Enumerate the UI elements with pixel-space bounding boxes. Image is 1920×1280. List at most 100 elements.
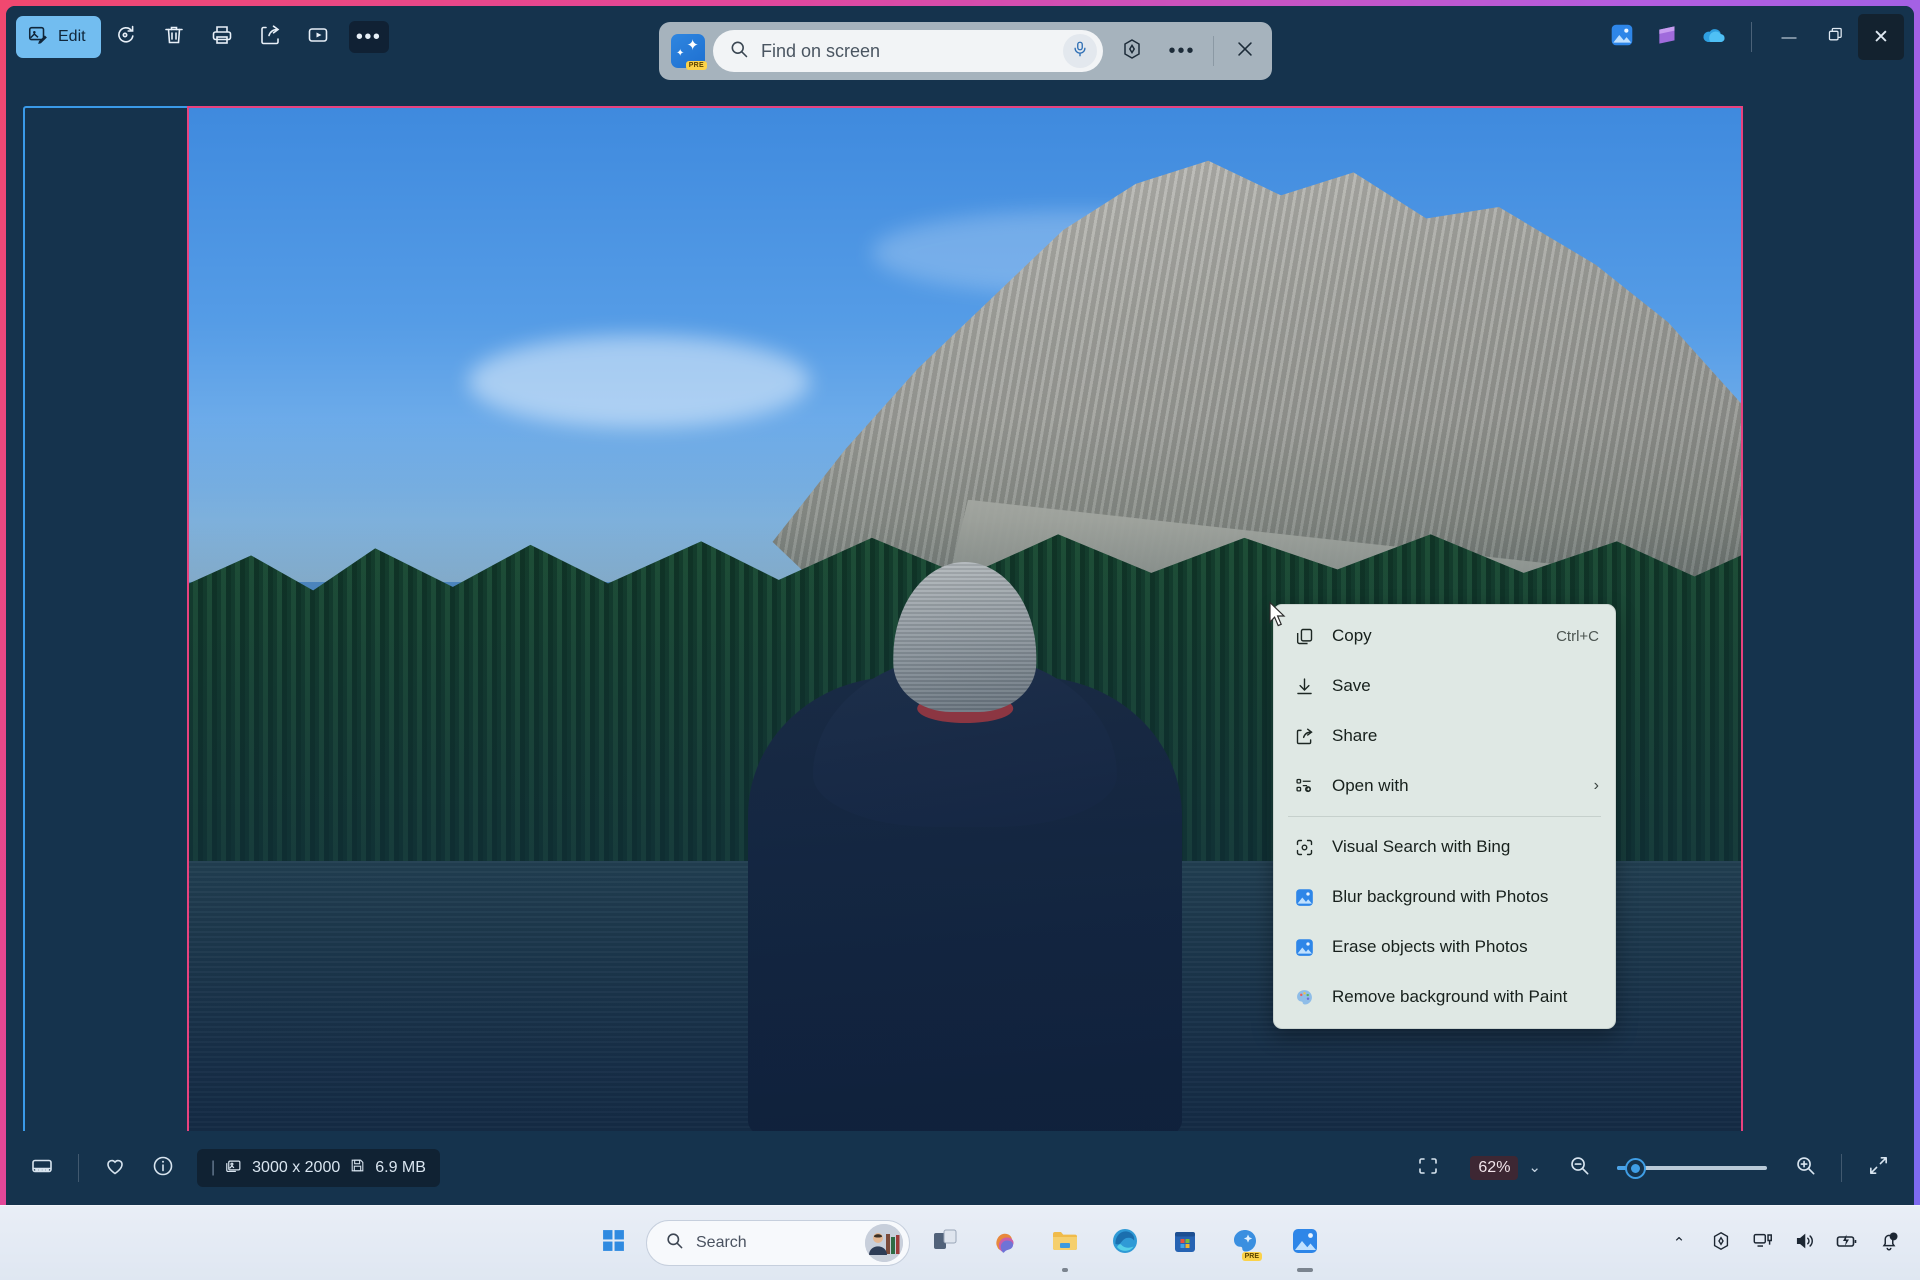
onedrive-cloud-icon xyxy=(1700,21,1728,54)
printer-icon xyxy=(210,23,234,52)
microphone-button[interactable] xyxy=(1063,34,1097,68)
delete-button[interactable] xyxy=(151,16,197,58)
svg-text:Z: Z xyxy=(1892,1234,1895,1240)
info-chip-divider: | xyxy=(211,1159,216,1176)
fit-to-window-button[interactable] xyxy=(1406,1147,1450,1189)
rotate-button[interactable] xyxy=(103,16,149,58)
image-dimensions: 3000 x 2000 xyxy=(252,1159,341,1176)
copilot-hex-icon xyxy=(1120,37,1144,66)
taskbar-app-copilot[interactable] xyxy=(980,1218,1030,1268)
search-icon xyxy=(665,1231,684,1255)
info-button[interactable] xyxy=(141,1147,185,1189)
see-more-button[interactable]: ••• xyxy=(348,21,389,53)
copilot-swirl-icon xyxy=(990,1226,1020,1261)
context-menu-item-save[interactable]: Save xyxy=(1278,661,1611,711)
context-menu-label: Visual Search with Bing xyxy=(1332,837,1511,856)
context-menu-item-visual-search[interactable]: Visual Search with Bing xyxy=(1278,822,1611,872)
zoom-slider-thumb[interactable] xyxy=(1627,1159,1644,1177)
taskbar-app-microsoft-store[interactable] xyxy=(1160,1218,1210,1268)
windows-taskbar: Search PRE ⌃ Z xyxy=(0,1205,1920,1280)
context-menu-item-copy[interactable]: Copy Ctrl+C xyxy=(1278,611,1611,661)
pre-badge: PRE xyxy=(1241,1251,1262,1261)
zoom-out-button[interactable] xyxy=(1557,1147,1601,1189)
onedrive-shortcut[interactable] xyxy=(1691,14,1737,60)
notifications-button[interactable]: Z xyxy=(1870,1222,1908,1264)
share-icon xyxy=(258,23,282,52)
context-menu-item-share[interactable]: Share xyxy=(1278,711,1611,761)
context-menu-item-erase-objects[interactable]: Erase objects with Photos xyxy=(1278,922,1611,972)
taskbar-app-microsoft-edge[interactable] xyxy=(1100,1218,1150,1268)
chevron-right-icon: › xyxy=(1593,777,1599,794)
sparkle-small-icon: ✦ xyxy=(676,48,685,59)
bell-do-not-disturb-icon: Z xyxy=(1878,1230,1900,1257)
photo-canvas[interactable]: Copy Ctrl+C Save Share Open with › Visua… xyxy=(6,68,1914,1131)
find-input-wrapper[interactable] xyxy=(713,30,1103,72)
context-menu-item-remove-background[interactable]: Remove background with Paint xyxy=(1278,972,1611,1022)
search-icon xyxy=(729,39,749,64)
copilot-button[interactable] xyxy=(1111,30,1153,72)
filmstrip-icon xyxy=(30,1154,54,1183)
volume-button[interactable] xyxy=(1786,1222,1824,1264)
taskbar-app-task-view[interactable] xyxy=(920,1218,970,1268)
edit-button[interactable]: Edit xyxy=(16,16,101,58)
filmstrip-toggle-button[interactable] xyxy=(20,1147,64,1189)
context-menu-item-open-with[interactable]: Open with › xyxy=(1278,761,1611,811)
minimize-button[interactable]: — xyxy=(1766,14,1812,60)
taskbar-app-photos[interactable] xyxy=(1280,1218,1330,1268)
context-menu-label: Copy xyxy=(1332,626,1372,645)
person-bookshelf-avatar xyxy=(865,1224,903,1262)
photos-window: Edit ••• ✦ ✦ PRE Find on screen ••• — ✕ … xyxy=(6,6,1914,1205)
battery-button[interactable] xyxy=(1828,1222,1866,1264)
windows-start-icon xyxy=(601,1228,626,1258)
zoom-in-button[interactable] xyxy=(1783,1147,1827,1189)
open-with-icon xyxy=(1292,774,1316,798)
clipchamp-app-shortcut[interactable] xyxy=(1645,14,1691,60)
edge-icon xyxy=(1110,1226,1140,1261)
chevron-down-icon: ⌄ xyxy=(1528,1159,1541,1176)
sparkle-icon: ✦ xyxy=(686,37,699,54)
context-menu-label: Share xyxy=(1332,726,1378,745)
chevron-up-icon: ⌃ xyxy=(1672,1235,1686,1252)
context-menu-label: Blur background with Photos xyxy=(1332,887,1549,906)
zoom-level-dropdown[interactable]: 62% ⌄ xyxy=(1456,1149,1551,1187)
tray-copilot-button[interactable] xyxy=(1702,1222,1740,1264)
status-bar: | 3000 x 2000 6.9 MB 62% ⌄ xyxy=(6,1131,1914,1205)
zoom-divider xyxy=(1841,1154,1842,1182)
visual-search-icon xyxy=(1292,835,1316,859)
context-menu-item-blur-background[interactable]: Blur background with Photos xyxy=(1278,872,1611,922)
find-close-button[interactable] xyxy=(1224,30,1266,72)
share-button[interactable] xyxy=(247,16,293,58)
context-menu-separator xyxy=(1288,816,1601,817)
folder-icon xyxy=(1050,1226,1080,1261)
find-more-button[interactable]: ••• xyxy=(1161,30,1203,72)
fullscreen-icon xyxy=(1867,1154,1890,1182)
image-info-chip: | 3000 x 2000 6.9 MB xyxy=(197,1149,440,1187)
maximize-restore-button[interactable] xyxy=(1812,14,1858,60)
print-button[interactable] xyxy=(199,16,245,58)
favorite-button[interactable] xyxy=(93,1147,137,1189)
network-button[interactable] xyxy=(1744,1222,1782,1264)
photos-app-shortcut[interactable] xyxy=(1599,14,1645,60)
microphone-icon xyxy=(1071,40,1089,63)
photos-app-icon xyxy=(1290,1226,1320,1261)
show-hidden-icons-button[interactable]: ⌃ xyxy=(1660,1222,1698,1264)
zoom-slider[interactable] xyxy=(1617,1154,1767,1182)
snipping-tool-icon: ✦ ✦ PRE xyxy=(671,34,707,70)
taskbar-app-file-explorer[interactable] xyxy=(1040,1218,1090,1268)
taskbar-app-paint[interactable]: PRE xyxy=(1220,1218,1270,1268)
play-box-icon xyxy=(306,23,330,52)
close-window-button[interactable]: ✕ xyxy=(1858,14,1904,60)
slideshow-button[interactable] xyxy=(295,16,341,58)
fullscreen-button[interactable] xyxy=(1856,1147,1900,1189)
ellipsis-icon: ••• xyxy=(355,25,382,48)
info-icon xyxy=(151,1154,175,1183)
heart-icon xyxy=(103,1154,127,1183)
image-filesize: 6.9 MB xyxy=(375,1159,426,1176)
start-button[interactable] xyxy=(590,1220,636,1266)
find-on-screen-input[interactable] xyxy=(761,40,1051,62)
taskbar-search-box[interactable]: Search xyxy=(646,1220,910,1266)
app-toolbar: Edit ••• ✦ ✦ PRE Find on screen ••• — ✕ xyxy=(6,6,1914,80)
share-arrow-icon xyxy=(1292,724,1316,748)
image-size-icon xyxy=(224,1156,243,1180)
store-icon xyxy=(1171,1227,1199,1260)
